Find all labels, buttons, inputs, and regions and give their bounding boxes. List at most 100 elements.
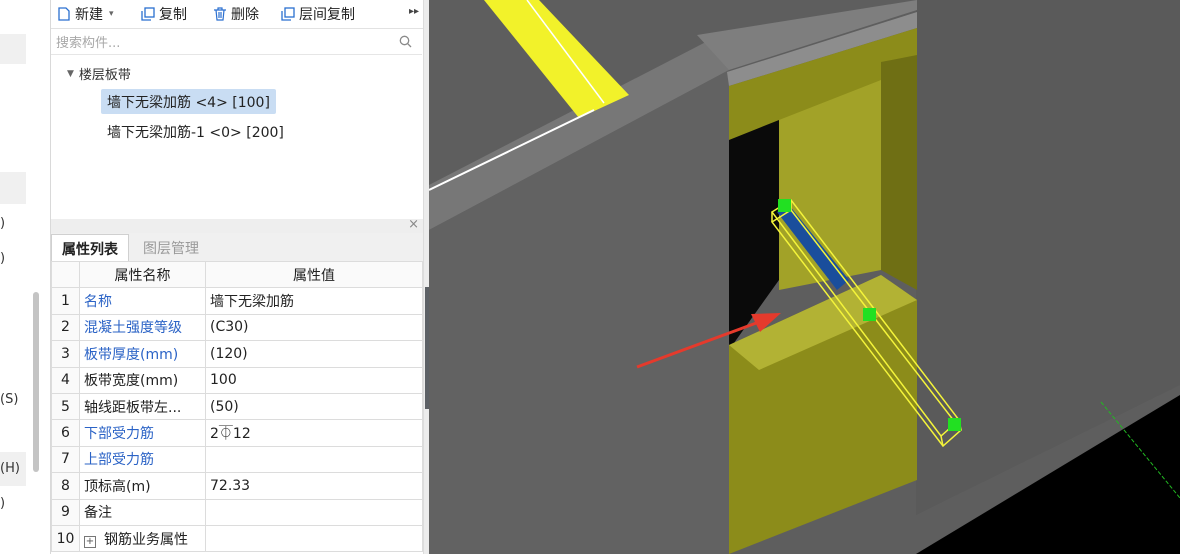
property-name-cell: 下部受力筋 <box>79 419 206 447</box>
table-row[interactable]: 3 板带厚度(mm) (120) <box>51 340 423 368</box>
double-chevron-right-icon[interactable]: ▸▸ <box>409 6 419 17</box>
property-value[interactable]: 100 <box>205 366 423 394</box>
row-number: 2 <box>51 313 80 342</box>
grip-handle[interactable] <box>863 308 876 321</box>
yellow-band <box>484 0 629 118</box>
col-header-name: 属性名称 <box>79 260 206 289</box>
table-row[interactable]: 8 顶标高(m) 72.33 <box>51 472 423 500</box>
property-value[interactable]: 2⏁12 <box>205 419 423 447</box>
property-name: 轴线距板带左... <box>84 399 182 416</box>
property-value[interactable]: 72.33 <box>205 472 423 500</box>
property-value[interactable] <box>205 524 423 553</box>
table-row[interactable]: 5 轴线距板带左... (50) <box>51 392 423 421</box>
col-header-num <box>51 260 80 289</box>
new-label: 新建 <box>75 7 103 23</box>
property-value[interactable]: (C30) <box>205 313 423 342</box>
grip-handle[interactable] <box>778 199 791 212</box>
tree-item-label: 墙下无梁加筋 <4> [100] <box>107 94 270 111</box>
tree-item[interactable]: 墙下无梁加筋-1 <0> [200] <box>101 119 290 144</box>
left-side-panel: ) ) (S) (H) ) <box>0 0 51 554</box>
grip-handle[interactable] <box>948 418 961 431</box>
left-scrollbar[interactable] <box>33 292 39 472</box>
component-tree: ▼ 楼层板带 墙下无梁加筋 <4> [100] 墙下无梁加筋-1 <0> [20… <box>51 56 422 214</box>
copy-button[interactable]: 复制 <box>141 4 187 24</box>
strip-label: (H) <box>0 461 20 476</box>
property-value[interactable]: (120) <box>205 340 423 368</box>
tree-item-label: 墙下无梁加筋-1 <0> [200] <box>107 124 284 141</box>
property-name: 板带宽度(mm) <box>84 373 179 390</box>
property-name-cell: 板带宽度(mm) <box>79 366 206 394</box>
property-table: 属性名称 属性值 1 名称 墙下无梁加筋 2 混凝土强度等级 (C30) 3 板带厚度(mm)… <box>51 260 423 553</box>
table-row[interactable]: 7 上部受力筋 <box>51 445 423 474</box>
table-row[interactable]: 6 下部受力筋 2⏁12 <box>51 419 423 447</box>
tab-property-list[interactable]: 属性列表 <box>51 234 129 262</box>
tree-root-node[interactable]: ▼ 楼层板带 <box>67 64 131 83</box>
property-name: 上部受力筋 <box>84 452 154 469</box>
property-name-cell: 混凝土强度等级 <box>79 313 206 342</box>
property-name-cell: 备注 <box>79 498 206 526</box>
table-row[interactable]: 1 名称 墙下无梁加筋 <box>51 287 423 315</box>
new-file-icon <box>58 7 70 21</box>
floor-copy-button[interactable]: 层间复制 <box>281 4 355 24</box>
tree-item[interactable]: 墙下无梁加筋 <4> [100] <box>101 89 276 114</box>
property-name: 钢筋业务属性 <box>104 531 188 548</box>
row-number: 4 <box>51 366 80 394</box>
floor-copy-icon <box>281 7 295 21</box>
strip-block <box>0 172 26 204</box>
property-value[interactable] <box>205 498 423 526</box>
props-panel-header: × <box>51 217 423 233</box>
property-name-cell: 上部受力筋 <box>79 445 206 474</box>
close-icon[interactable]: × <box>408 217 419 232</box>
col-header-value: 属性值 <box>205 260 423 289</box>
copy-label: 复制 <box>159 7 187 23</box>
strip-label: ) <box>0 251 6 266</box>
search-box <box>51 30 422 55</box>
property-name: 名称 <box>84 294 112 311</box>
row-number: 1 <box>51 287 80 315</box>
row-number: 10 <box>51 524 80 553</box>
copy-icon <box>141 7 155 21</box>
row-number: 3 <box>51 340 80 368</box>
property-name-cell: 顶标高(m) <box>79 472 206 500</box>
property-name: 备注 <box>84 505 112 522</box>
row-number: 5 <box>51 392 80 421</box>
strip-block <box>0 34 26 64</box>
property-name: 顶标高(m) <box>84 478 151 495</box>
table-row[interactable]: 10 + 钢筋业务属性 <box>51 524 423 553</box>
tree-root-label: 楼层板带 <box>78 68 131 83</box>
chevron-down-icon[interactable]: ▾ <box>109 9 114 19</box>
props-tabbar: 属性列表 图层管理 <box>51 233 423 262</box>
property-value[interactable]: 墙下无梁加筋 <box>205 287 423 315</box>
expand-plus-icon[interactable]: + <box>84 535 96 548</box>
delete-button[interactable]: 删除 <box>213 4 259 24</box>
row-number: 7 <box>51 445 80 474</box>
3d-scene[interactable] <box>429 0 1180 554</box>
property-name-cell: 轴线距板带左... <box>79 392 206 421</box>
property-name-cell: 名称 <box>79 287 206 315</box>
floor-copy-label: 层间复制 <box>299 7 355 23</box>
strip-label: ) <box>0 496 6 511</box>
search-icon[interactable] <box>399 35 412 48</box>
property-name: 板带厚度(mm) <box>84 346 179 363</box>
column-side <box>881 55 917 290</box>
property-name-cell: + 钢筋业务属性 <box>79 524 206 553</box>
new-button[interactable]: 新建 ▾ <box>57 4 114 24</box>
3d-viewport[interactable] <box>429 0 1180 554</box>
strip-label: (S) <box>0 392 19 407</box>
delete-label: 删除 <box>231 7 259 23</box>
table-row[interactable]: 2 混凝土强度等级 (C30) <box>51 313 423 342</box>
strip-label: ) <box>0 216 6 231</box>
trash-icon <box>214 7 226 21</box>
property-name-cell: 板带厚度(mm) <box>79 340 206 368</box>
row-number: 8 <box>51 472 80 500</box>
table-row[interactable]: 9 备注 <box>51 498 423 526</box>
row-number: 6 <box>51 419 80 447</box>
property-value[interactable]: (50) <box>205 392 423 421</box>
tab-layer-management[interactable]: 图层管理 <box>133 234 209 261</box>
table-row[interactable]: 4 板带宽度(mm) 100 <box>51 366 423 394</box>
component-toolbar: 新建 ▾ 复制 删除 层间复制 ▸▸ <box>51 0 423 29</box>
property-value[interactable] <box>205 445 423 474</box>
table-header-row: 属性名称 属性值 <box>51 260 423 289</box>
search-input[interactable] <box>54 32 388 54</box>
caret-down-icon[interactable]: ▼ <box>67 69 74 79</box>
